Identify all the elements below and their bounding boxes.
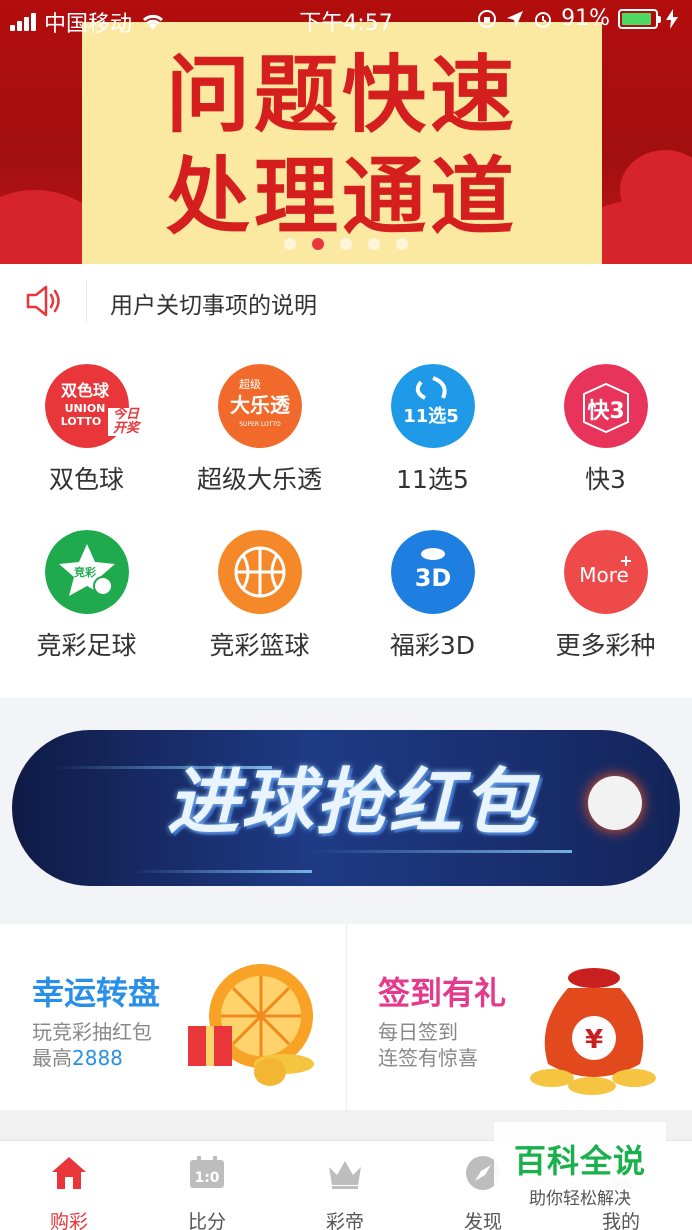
card-title: 签到有礼 (378, 974, 507, 1012)
speaker-icon (26, 285, 60, 317)
charging-icon (666, 8, 678, 29)
promo-banner[interactable]: 进球抢红包 (12, 730, 680, 886)
money-bag-icon: ¥ (530, 968, 656, 1095)
check-in-card[interactable]: 签到有礼 每日签到 连签有惊喜 ¥ (346, 924, 692, 1110)
card-subtitle: 最高2888 (32, 1046, 123, 1070)
watermark-subtitle: 助你轻松解决 (529, 1189, 631, 1209)
lock-rotation-icon (478, 9, 497, 28)
game-fucai-3d[interactable]: 3D 福彩3D (346, 504, 519, 664)
status-bar: 中国移动 下午4:57 91% (0, 0, 692, 37)
svg-text:双色球: 双色球 (61, 381, 110, 400)
game-label: 超级大乐透 (196, 465, 322, 494)
hero-banner[interactable]: 问题快速 处理通道 (0, 0, 692, 264)
carousel-dot[interactable] (396, 238, 408, 250)
watermark-title: 百科全说 (513, 1142, 646, 1180)
notice-text[interactable]: 用户关切事项的说明 (110, 286, 317, 320)
game-union-lotto[interactable]: 双色球 UNION LOTTO 今日开奖 双色球 (0, 338, 173, 498)
location-icon (507, 10, 524, 27)
watermark: 百科全说 助你轻松解决 (494, 1122, 666, 1209)
game-label: 福彩3D (389, 631, 476, 660)
card-title: 幸运转盘 (32, 974, 161, 1012)
svg-text:More: More (579, 563, 629, 587)
game-label: 11选5 (396, 465, 469, 494)
svg-text:LOTTO: LOTTO (61, 415, 102, 428)
svg-text:1:0: 1:0 (194, 1170, 219, 1186)
game-11-choose-5[interactable]: 11选5 11选5 (346, 338, 519, 498)
divider (86, 280, 87, 322)
game-kuai3[interactable]: 快3 快3 (519, 338, 692, 498)
carousel-dot[interactable] (284, 238, 296, 250)
football-icon: 竞彩 (45, 530, 129, 614)
game-super-lotto[interactable]: 超级 大乐透 SUPER LOTTO 超级大乐透 (173, 338, 346, 498)
more-icon: More (564, 530, 648, 614)
battery-icon (618, 8, 661, 29)
promo-section: 进球抢红包 (0, 698, 692, 924)
card-subtitle: 连签有惊喜 (378, 1046, 478, 1070)
notice-bar[interactable]: 用户关切事项的说明 (0, 264, 692, 338)
lucky-wheel-card[interactable]: 幸运转盘 玩竞彩抽红包 最高2888 (0, 924, 346, 1110)
prize-wheel-icon (188, 964, 314, 1086)
card-subtitle: 每日签到 (378, 1020, 458, 1044)
crown-icon (329, 1161, 361, 1189)
svg-text:超级: 超级 (239, 377, 261, 391)
game-football[interactable]: 竞彩 竞彩足球 (0, 504, 173, 664)
light-streak (132, 870, 312, 873)
hero-card: 问题快速 处理通道 (82, 22, 602, 264)
game-label: 更多彩种 (555, 631, 656, 660)
alarm-icon (535, 11, 552, 28)
scoreboard-icon: 1:0 (190, 1156, 224, 1188)
svg-text:¥: ¥ (585, 1025, 603, 1055)
tab-score[interactable]: 1:0 比分 (138, 1141, 276, 1230)
svg-text:UNION: UNION (65, 402, 106, 415)
feature-cards: 幸运转盘 玩竞彩抽红包 最高2888 签到有礼 每日签到 连签有惊喜 ¥ (0, 924, 692, 1110)
tab-label: 发现 (463, 1211, 502, 1230)
hero-title-line1: 问题快速 (165, 46, 518, 144)
promo-title: 进球抢红包 (166, 760, 537, 844)
carousel-dot[interactable] (340, 238, 352, 250)
today-draw-badge: 今日开奖 (108, 408, 144, 436)
game-label: 快3 (585, 465, 626, 494)
game-label: 竞彩篮球 (209, 631, 310, 660)
basketball-icon (218, 530, 302, 614)
game-more[interactable]: More 更多彩种 (519, 504, 692, 664)
fucai-3d-icon: 3D (391, 530, 475, 614)
home-icon (52, 1157, 86, 1189)
game-label: 双色球 (48, 465, 124, 494)
battery-percent: 91% (561, 6, 610, 31)
tab-label: 彩帝 (325, 1211, 364, 1230)
svg-text:大乐透: 大乐透 (230, 393, 291, 417)
game-grid: 双色球 UNION LOTTO 今日开奖 双色球 超级 大乐透 SUPER LO… (0, 338, 692, 698)
hero-title-line2: 处理通道 (165, 148, 518, 246)
carousel-dot-active[interactable] (312, 238, 324, 250)
tab-label: 我的 (601, 1211, 640, 1230)
tab-label: 比分 (187, 1211, 226, 1230)
game-basketball[interactable]: 竞彩篮球 (173, 504, 346, 664)
svg-text:竞彩: 竞彩 (74, 565, 96, 579)
svg-text:3D: 3D (415, 564, 452, 592)
soccer-ball-icon (588, 776, 642, 830)
kuai3-icon: 快3 (564, 364, 648, 448)
super-lotto-icon: 超级 大乐透 SUPER LOTTO (218, 364, 302, 448)
11-choose-5-icon: 11选5 (391, 364, 475, 448)
svg-text:11选5: 11选5 (403, 406, 459, 427)
game-label: 竞彩足球 (36, 631, 137, 660)
svg-text:快3: 快3 (587, 399, 624, 424)
tab-king[interactable]: 彩帝 (276, 1141, 414, 1230)
tab-label: 购彩 (49, 1211, 88, 1230)
card-subtitle: 玩竞彩抽红包 (32, 1020, 152, 1044)
carousel-dot[interactable] (368, 238, 380, 250)
carousel-indicator (0, 238, 692, 250)
svg-text:SUPER LOTTO: SUPER LOTTO (239, 421, 281, 428)
tab-buy[interactable]: 购彩 (0, 1141, 138, 1230)
